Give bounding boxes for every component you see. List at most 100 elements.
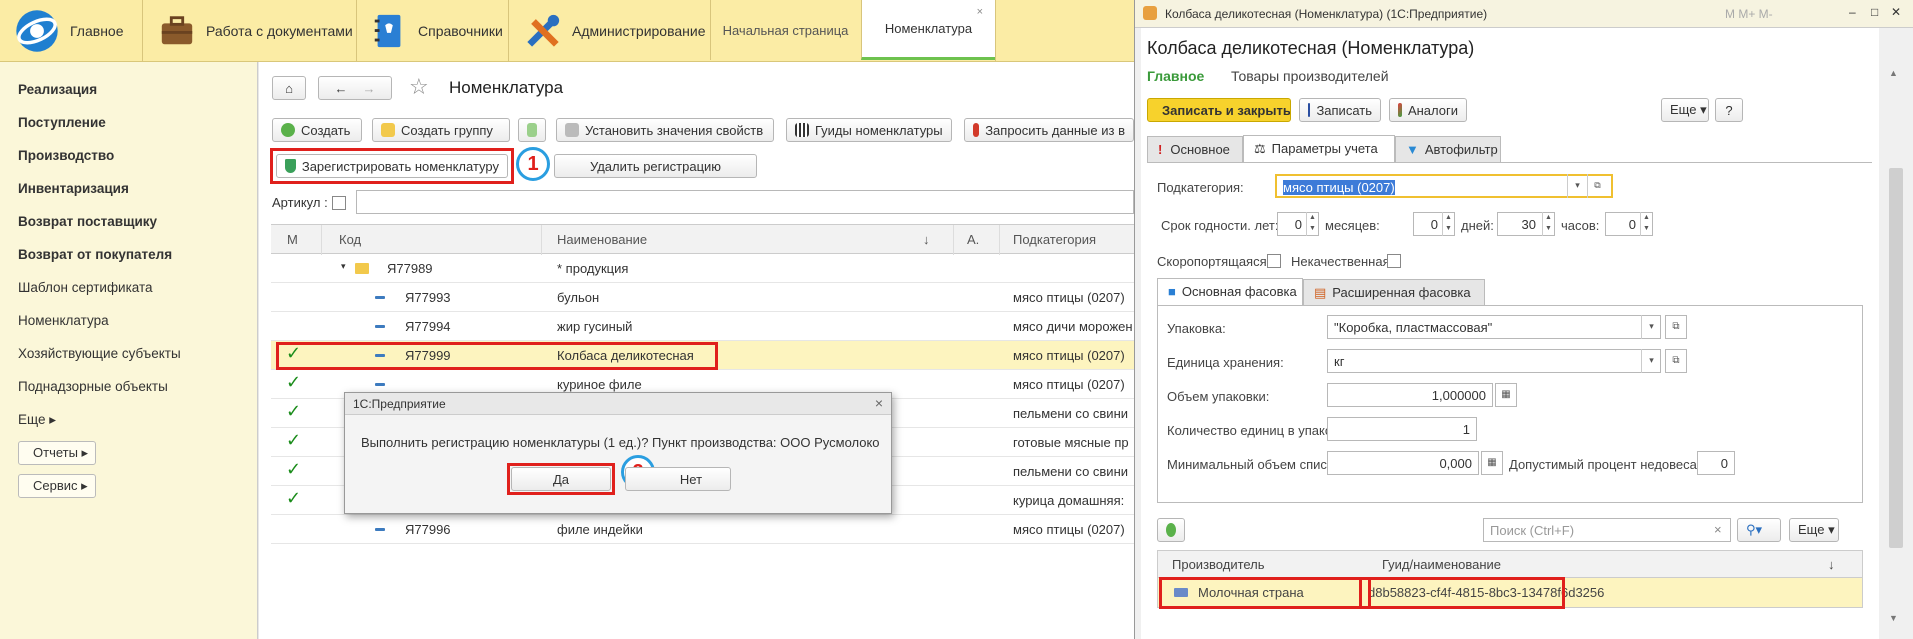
tab-basic-pack[interactable]: ■ Основная фасовка bbox=[1157, 278, 1303, 305]
subcategory-open-icon[interactable]: ⧉ bbox=[1587, 174, 1607, 198]
service-button[interactable]: Сервис ▸ bbox=[18, 474, 96, 498]
sidebar-item-nomenclature[interactable]: Номенклатура bbox=[18, 313, 109, 328]
no-button[interactable]: Нет bbox=[625, 467, 731, 491]
subcategory-dropdown-icon[interactable]: ▾ bbox=[1567, 174, 1587, 198]
back-arrow-icon[interactable]: ← bbox=[335, 81, 348, 96]
search-input[interactable]: Поиск (Ctrl+F) bbox=[1483, 518, 1731, 542]
table-row[interactable]: Я77994 жир гусиный мясо дичи морожен bbox=[271, 312, 1134, 341]
col-subcategory[interactable]: Подкатегория bbox=[1013, 232, 1096, 247]
tab-extended-pack[interactable]: ▤ Расширенная фасовка bbox=[1303, 279, 1485, 305]
more-button[interactable]: Еще ▾ bbox=[1661, 98, 1709, 122]
sidebar-item-more[interactable]: Еще ▸ bbox=[18, 412, 56, 428]
tab-autofilter[interactable]: ▼ Автофильтр bbox=[1395, 136, 1501, 162]
section-directories[interactable]: Справочники bbox=[370, 0, 520, 62]
window-scrollbar[interactable]: ▲ ▼ bbox=[1879, 28, 1913, 639]
tolerance-input[interactable]: 0 bbox=[1697, 451, 1735, 475]
unit-input[interactable]: кг bbox=[1327, 349, 1661, 373]
tab-close-icon[interactable]: × bbox=[977, 6, 983, 18]
col-a[interactable]: А. bbox=[967, 232, 979, 247]
more-button-2[interactable]: Еще ▾ bbox=[1789, 518, 1839, 542]
minimize-icon[interactable]: – bbox=[1849, 5, 1856, 19]
scroll-up-icon[interactable]: ▲ bbox=[1889, 68, 1898, 78]
section-main-label: Главное bbox=[70, 23, 124, 39]
min-writeoff-input[interactable]: 0,000 bbox=[1327, 451, 1479, 475]
shelf-years-spinner[interactable]: ▲ ▼ bbox=[1306, 212, 1318, 236]
section-admin[interactable]: Администрирование bbox=[524, 0, 714, 62]
memory-buttons[interactable]: M M+ M- bbox=[1725, 7, 1773, 21]
shelf-hours-spinner[interactable]: ▲ ▼ bbox=[1640, 212, 1652, 236]
section-main[interactable]: Главное bbox=[14, 0, 134, 62]
perishable-checkbox[interactable] bbox=[1267, 254, 1281, 268]
sidebar-item-objects[interactable]: Поднадзорные объекты bbox=[18, 379, 168, 394]
col-guid[interactable]: Гуид/наименование bbox=[1382, 557, 1501, 572]
expand-arrow-icon[interactable]: ▾ bbox=[341, 261, 346, 272]
nav-main[interactable]: Главное bbox=[1147, 68, 1204, 84]
copy-button[interactable] bbox=[518, 118, 546, 142]
package-input[interactable]: "Коробка, пластмассовая" bbox=[1327, 315, 1661, 339]
nav-back-forward[interactable]: ← → bbox=[318, 76, 392, 100]
guids-button[interactable]: Гуиды номенклатуры bbox=[786, 118, 952, 142]
request-data-button[interactable]: Запросить данные из в bbox=[964, 118, 1134, 142]
tab-start-page[interactable]: Начальная страница bbox=[710, 0, 860, 60]
sidebar-item-return-customer[interactable]: Возврат от покупателя bbox=[18, 247, 172, 262]
substandard-checkbox[interactable] bbox=[1387, 254, 1401, 268]
nav-producers[interactable]: Товары производителей bbox=[1231, 68, 1389, 84]
row-subcategory: мясо птицы (0207) bbox=[1013, 522, 1125, 537]
subcategory-input[interactable]: мясо птицы (0207) bbox=[1275, 174, 1613, 198]
shelf-days-spinner[interactable]: ▲ ▼ bbox=[1542, 212, 1554, 236]
analogs-button[interactable]: Аналоги bbox=[1389, 98, 1467, 122]
set-properties-button[interactable]: Установить значения свойств bbox=[556, 118, 774, 142]
save-close-button[interactable]: Записать и закрыть bbox=[1147, 98, 1291, 122]
tab-main[interactable]: ! Основное bbox=[1147, 136, 1243, 162]
home-button[interactable]: ⌂ bbox=[272, 76, 306, 100]
col-code[interactable]: Код bbox=[339, 232, 361, 247]
scroll-thumb[interactable] bbox=[1889, 168, 1903, 548]
package-open-icon[interactable]: ⧉ bbox=[1665, 315, 1687, 339]
create-group-button[interactable]: Создать группу bbox=[372, 118, 510, 142]
sidebar-item-sales[interactable]: Реализация bbox=[18, 82, 97, 97]
qty-input[interactable]: 1 bbox=[1327, 417, 1477, 441]
col-producer[interactable]: Производитель bbox=[1172, 557, 1265, 572]
search-button[interactable]: ⚲▾ bbox=[1737, 518, 1781, 542]
maximize-icon[interactable]: □ bbox=[1871, 5, 1878, 19]
table-row[interactable]: ▾ Я77989 * продукция bbox=[271, 254, 1134, 283]
table-row[interactable]: Я77996 филе индейки мясо птицы (0207) bbox=[271, 515, 1134, 544]
article-filter-input[interactable] bbox=[356, 190, 1134, 214]
col-m[interactable]: М bbox=[287, 232, 298, 247]
shelf-months-spinner[interactable]: ▲ ▼ bbox=[1442, 212, 1454, 236]
unregister-button[interactable]: Удалить регистрацию bbox=[554, 154, 757, 178]
sidebar-item-receipt[interactable]: Поступление bbox=[18, 115, 106, 130]
tab-accounting[interactable]: ⚖ Параметры учета bbox=[1243, 135, 1395, 162]
dialog-close-icon[interactable]: × bbox=[875, 395, 883, 411]
close-icon[interactable]: ✕ bbox=[1891, 5, 1901, 19]
col-name[interactable]: Наименование bbox=[557, 232, 647, 247]
sidebar-item-production[interactable]: Производство bbox=[18, 148, 114, 163]
scroll-down-icon[interactable]: ▼ bbox=[1889, 613, 1898, 623]
unit-open-icon[interactable]: ⧉ bbox=[1665, 349, 1687, 373]
volume-input[interactable]: 1,000000 bbox=[1327, 383, 1493, 407]
section-documents[interactable]: Работа с документами bbox=[158, 0, 378, 62]
save-button[interactable]: Записать bbox=[1299, 98, 1381, 122]
volume-calc-icon[interactable]: ▦ bbox=[1495, 383, 1517, 407]
reports-button[interactable]: Отчеты ▸ bbox=[18, 441, 96, 465]
package-dropdown-icon[interactable]: ▾ bbox=[1641, 315, 1661, 339]
article-filter-checkbox[interactable] bbox=[332, 196, 346, 210]
create-button[interactable]: Создать bbox=[272, 118, 362, 142]
sidebar-item-entities[interactable]: Хозяйствующие субъекты bbox=[18, 346, 181, 361]
search-clear-icon[interactable]: × bbox=[1714, 522, 1722, 537]
copy-icon bbox=[527, 123, 537, 137]
sidebar-item-return-supplier[interactable]: Возврат поставщику bbox=[18, 214, 157, 229]
add-producer-button[interactable] bbox=[1157, 518, 1185, 542]
min-writeoff-calc-icon[interactable]: ▦ bbox=[1481, 451, 1503, 475]
help-button[interactable]: ? bbox=[1715, 98, 1743, 122]
unit-dropdown-icon[interactable]: ▾ bbox=[1641, 349, 1661, 373]
tab-nomenclature[interactable]: Номенклатура × bbox=[861, 0, 995, 60]
table-row[interactable]: Я77993 бульон мясо птицы (0207) bbox=[271, 283, 1134, 312]
star-icon[interactable]: ☆ bbox=[409, 74, 429, 100]
plus-icon bbox=[281, 123, 295, 137]
sidebar-item-inventory[interactable]: Инвентаризация bbox=[18, 181, 129, 196]
forward-arrow-icon[interactable]: → bbox=[363, 81, 376, 96]
sort-arrow-icon[interactable]: ↓ bbox=[1828, 557, 1835, 572]
sort-arrow-icon[interactable]: ↓ bbox=[923, 232, 930, 247]
sidebar-item-certificate-template[interactable]: Шаблон сертификата bbox=[18, 280, 153, 295]
